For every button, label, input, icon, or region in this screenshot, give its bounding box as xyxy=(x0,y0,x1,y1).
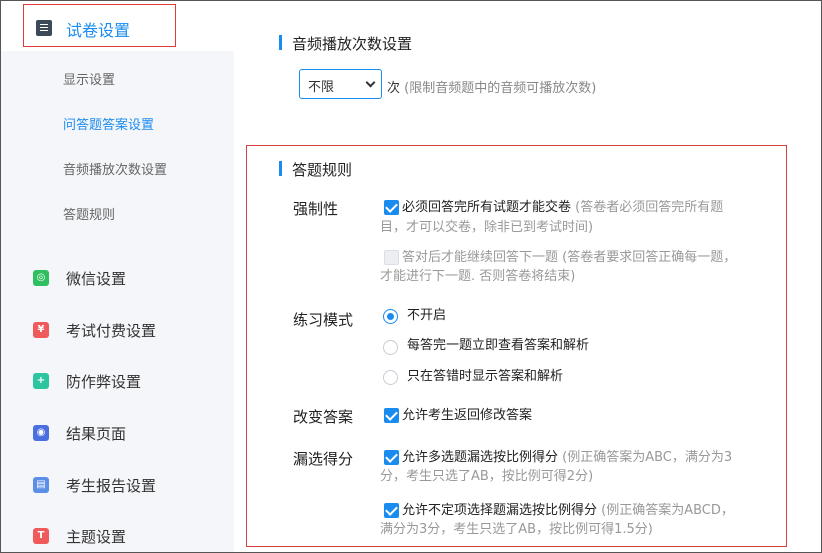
wechat-icon: ◎ xyxy=(33,270,49,286)
practice-off-label: 不开启 xyxy=(407,308,447,323)
report-icon: ▤ xyxy=(33,477,49,493)
sidebar-item-label: 微信设置 xyxy=(66,270,127,288)
multi-partial-text: 允许多选题漏选按比例得分 xyxy=(402,450,559,465)
multi-partial-option: 允许多选题漏选按比例得分 (例正确答案为ABC，满分为3 xyxy=(402,448,787,468)
partial-score-label: 漏选得分 xyxy=(293,450,354,468)
chevron-down-icon xyxy=(365,77,376,88)
audio-section-title: 音频播放次数设置 xyxy=(278,35,413,53)
multi-partial-hint: (例正确答案为ABC，满分为3 xyxy=(562,450,733,465)
indefinite-partial-text: 允许不定项选择题漏选按比例得分 xyxy=(402,503,598,518)
eye-icon: ◉ xyxy=(33,425,49,441)
indefinite-partial-hint-2: 满分为3分，考生只选了AB，按比例可得1.5分) xyxy=(380,522,653,537)
practice-off-radio[interactable] xyxy=(383,309,398,324)
sidebar-item-label: 主题设置 xyxy=(66,528,127,546)
table-icon xyxy=(36,20,52,36)
mandatory-label: 强制性 xyxy=(293,200,339,218)
practice-wrong-label: 只在答错时显示答案和解析 xyxy=(407,369,564,384)
sidebar-item-qa-answer[interactable]: 问答题答案设置 xyxy=(63,114,154,133)
shirt-icon: T xyxy=(33,528,49,544)
mandatory-all-checkbox[interactable] xyxy=(384,200,399,215)
mandatory-correct-hint-2: 才能进行下一题. 否则答卷将结束) xyxy=(380,269,576,284)
practice-each-label: 每答完一题立即查看答案和解析 xyxy=(407,338,590,353)
allow-change-checkbox[interactable] xyxy=(384,408,399,423)
sidebar-item-label: 考生报告设置 xyxy=(66,477,157,495)
allow-change-text: 允许考生返回修改答案 xyxy=(402,408,533,423)
sidebar-item-label: 考试付费设置 xyxy=(66,322,157,340)
multi-partial-hint-2: 分，考生只选了AB，按比例可得2分) xyxy=(380,469,594,484)
mandatory-all-text: 必须回答完所有试题才能交卷 xyxy=(402,200,572,215)
indefinite-partial-hint: (例正确答案为ABCD， xyxy=(601,503,734,518)
change-answer-label: 改变答案 xyxy=(293,408,354,426)
sidebar-item-display[interactable]: 显示设置 xyxy=(63,69,115,88)
sidebar-header-label: 试卷设置 xyxy=(66,21,131,40)
mandatory-all-hint-2: 目，才可以交卷，除非已到考试时间) xyxy=(380,220,594,235)
rules-section-title: 答题规则 xyxy=(278,161,353,179)
multi-partial-checkbox[interactable] xyxy=(384,450,399,465)
indefinite-partial-checkbox[interactable] xyxy=(384,503,399,518)
sidebar-item-audio-count[interactable]: 音频播放次数设置 xyxy=(63,159,167,178)
mandatory-correct-hint: (答卷者要求回答正确每一题， xyxy=(562,250,737,265)
audio-hint: (限制音频题中的音频可播放次数) xyxy=(404,81,597,96)
audio-count-select[interactable]: 不限 xyxy=(299,69,382,99)
audio-count-unit-line: 次 (限制音频题中的音频可播放次数) xyxy=(387,77,596,96)
sidebar-header-exam-settings[interactable]: 试卷设置 xyxy=(1,1,234,51)
indefinite-partial-option: 允许不定项选择题漏选按比例得分 (例正确答案为ABCD， xyxy=(402,501,787,521)
audio-count-select-value: 不限 xyxy=(308,80,335,95)
shield-icon: + xyxy=(33,373,49,389)
mandatory-correct-checkbox[interactable] xyxy=(384,250,399,265)
practice-wrong-radio[interactable] xyxy=(383,370,398,385)
sidebar-item-label: 防作弊设置 xyxy=(66,373,142,391)
mandatory-correct-option: 答对后才能继续回答下一题 (答卷者要求回答正确每一题， xyxy=(402,248,787,268)
practice-mode-label: 练习模式 xyxy=(293,311,354,329)
mandatory-all-hint: (答卷者必须回答完所有题 xyxy=(575,200,724,215)
sidebar-item-answer-rules[interactable]: 答题规则 xyxy=(63,204,115,223)
yen-icon: ¥ xyxy=(33,322,49,338)
practice-each-radio[interactable] xyxy=(383,340,398,355)
sidebar: 试卷设置 显示设置 问答题答案设置 音频播放次数设置 答题规则 ◎ 微信设置 ¥… xyxy=(1,1,234,552)
audio-unit: 次 xyxy=(387,81,401,96)
mandatory-all-option: 必须回答完所有试题才能交卷 (答卷者必须回答完所有题 xyxy=(402,198,787,218)
mandatory-correct-text: 答对后才能继续回答下一题 xyxy=(402,250,559,265)
sidebar-item-label: 结果页面 xyxy=(66,425,127,443)
